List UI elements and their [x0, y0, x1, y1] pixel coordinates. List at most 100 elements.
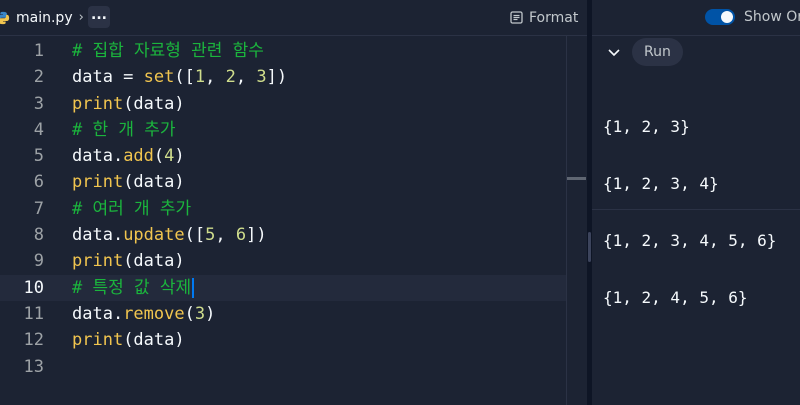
format-label: Format: [529, 9, 579, 26]
code-token: 3: [256, 67, 267, 88]
output-line: {1, 2, 4, 5, 6}: [603, 288, 748, 307]
line-code: # 특정 값 삭제: [72, 275, 195, 301]
code-line[interactable]: 12 print(data): [0, 327, 566, 353]
line-number: 6: [33, 172, 44, 193]
code-token: 3: [194, 303, 206, 324]
code-token: ,: [215, 225, 236, 246]
console-header: Show Or: [592, 0, 800, 36]
line-code: # 한 개 추가: [72, 117, 176, 143]
code-token: (data): [123, 93, 185, 114]
code-token: ): [205, 303, 216, 324]
line-code: data.update([5, 6]): [72, 222, 267, 248]
run-entry-row: Run: [592, 36, 800, 70]
code-line[interactable]: 4 # 한 개 추가: [0, 117, 566, 143]
code-token: remove: [123, 303, 185, 324]
show-only-label: Show Or: [744, 9, 800, 25]
code-token: ,: [205, 67, 226, 88]
code-line[interactable]: 2 data = set([1, 2, 3]): [0, 64, 566, 90]
line-number: 12: [23, 330, 44, 351]
line-code: # 여러 개 추가: [72, 196, 191, 222]
line-number: 3: [33, 93, 44, 114]
code-line[interactable]: 11 data.remove(3): [0, 301, 566, 327]
code-token: 4: [164, 146, 175, 167]
code-token: 2: [225, 67, 236, 88]
console-output: {1, 2, 3} {1, 2, 3, 4} {1, 2, 3, 4, 5, 6…: [603, 79, 776, 345]
code-line[interactable]: 8 data.update([5, 6]): [0, 222, 566, 248]
code-line[interactable]: 13: [0, 354, 566, 380]
code-token: (data): [123, 172, 185, 193]
line-code: print(data): [72, 248, 185, 274]
file-tab[interactable]: main.py ›: [0, 0, 84, 35]
line-code: print(data): [72, 327, 185, 353]
format-icon: [510, 11, 523, 24]
format-button[interactable]: Format: [510, 0, 578, 35]
text-cursor: [192, 277, 195, 298]
code-token: # 특정 값 삭제: [72, 277, 192, 298]
line-code: print(data): [72, 169, 185, 195]
output-line: {1, 2, 3, 4, 5, 6}: [603, 231, 777, 250]
line-number: 9: [33, 251, 44, 272]
code-line[interactable]: 10 # 특정 값 삭제: [0, 274, 566, 301]
breadcrumb-more-button[interactable]: ...: [88, 6, 110, 28]
code-editor-pane: main.py › ... Format 1 # 집합 자료형 관련 함수 2 dat…: [0, 0, 587, 405]
line-number: 1: [33, 41, 44, 61]
code-token: ]): [266, 67, 288, 88]
line-code: data.remove(3): [72, 301, 215, 327]
code-token: add: [123, 146, 154, 167]
line-code: data = set([1, 2, 3]): [72, 64, 287, 90]
console-pane: Show Or Run {1, 2, 3} {1, 2, 3, 4} {1, 2…: [592, 0, 800, 405]
code-line[interactable]: 6 print(data): [0, 169, 566, 195]
line-number: 13: [23, 356, 44, 377]
code-token: print: [72, 251, 124, 272]
code-token: ): [174, 146, 185, 167]
code-line[interactable]: 9 print(data): [0, 248, 566, 274]
show-only-toggle[interactable]: [705, 9, 735, 25]
code-token: 5: [205, 225, 216, 246]
editor-tab-bar: main.py › ... Format: [0, 0, 587, 36]
pane-resize-handle[interactable]: [588, 232, 591, 262]
line-code: # 집합 자료형 관련 함수: [72, 38, 264, 64]
run-badge[interactable]: Run: [632, 38, 683, 66]
line-code: print(data): [72, 91, 185, 117]
code-token: 6: [235, 225, 247, 246]
line-number: 7: [33, 198, 44, 219]
line-number: 2: [33, 67, 44, 88]
code-token: (data): [123, 330, 185, 351]
chevron-right-icon: ›: [78, 10, 84, 25]
python-file-icon: [0, 11, 10, 24]
scroll-position-marker: [567, 177, 586, 180]
code-area[interactable]: 1 # 집합 자료형 관련 함수 2 data = set([1, 2, 3]) 3 pr…: [0, 38, 566, 380]
code-token: print: [72, 172, 124, 193]
code-token: ([: [174, 67, 195, 88]
code-token: 1: [194, 67, 206, 88]
line-code: data.add(4): [72, 143, 185, 169]
output-divider: [592, 209, 800, 210]
file-tab-label: main.py: [16, 9, 73, 26]
code-token: data.: [72, 146, 124, 167]
code-token: ,: [235, 67, 257, 88]
editor-scrollbar[interactable]: [566, 36, 587, 405]
code-token: print: [72, 330, 124, 351]
line-number: 8: [33, 225, 44, 246]
code-token: update: [123, 225, 185, 246]
code-token: (data): [123, 251, 185, 272]
code-line[interactable]: 5 data.add(4): [0, 143, 566, 169]
line-number: 10: [23, 277, 44, 298]
code-line[interactable]: 7 # 여러 개 추가: [0, 196, 566, 222]
line-number: 11: [23, 303, 44, 324]
code-token: data =: [72, 67, 144, 88]
code-line[interactable]: 3 print(data): [0, 91, 566, 117]
line-number: 5: [33, 146, 44, 167]
line-number: 4: [33, 119, 44, 140]
toggle-knob: [721, 11, 733, 23]
output-line: {1, 2, 3, 4}: [603, 174, 719, 193]
output-line: {1, 2, 3}: [603, 117, 690, 136]
code-line[interactable]: 1 # 집합 자료형 관련 함수: [0, 38, 566, 64]
code-token: (: [153, 146, 165, 167]
code-token: ]): [246, 225, 267, 246]
code-token: # 집합 자료형 관련 함수: [72, 41, 264, 61]
code-token: # 여러 개 추가: [72, 198, 192, 219]
code-token: ([: [184, 225, 206, 246]
code-token: (: [184, 303, 195, 324]
chevron-down-icon[interactable]: [606, 44, 622, 60]
